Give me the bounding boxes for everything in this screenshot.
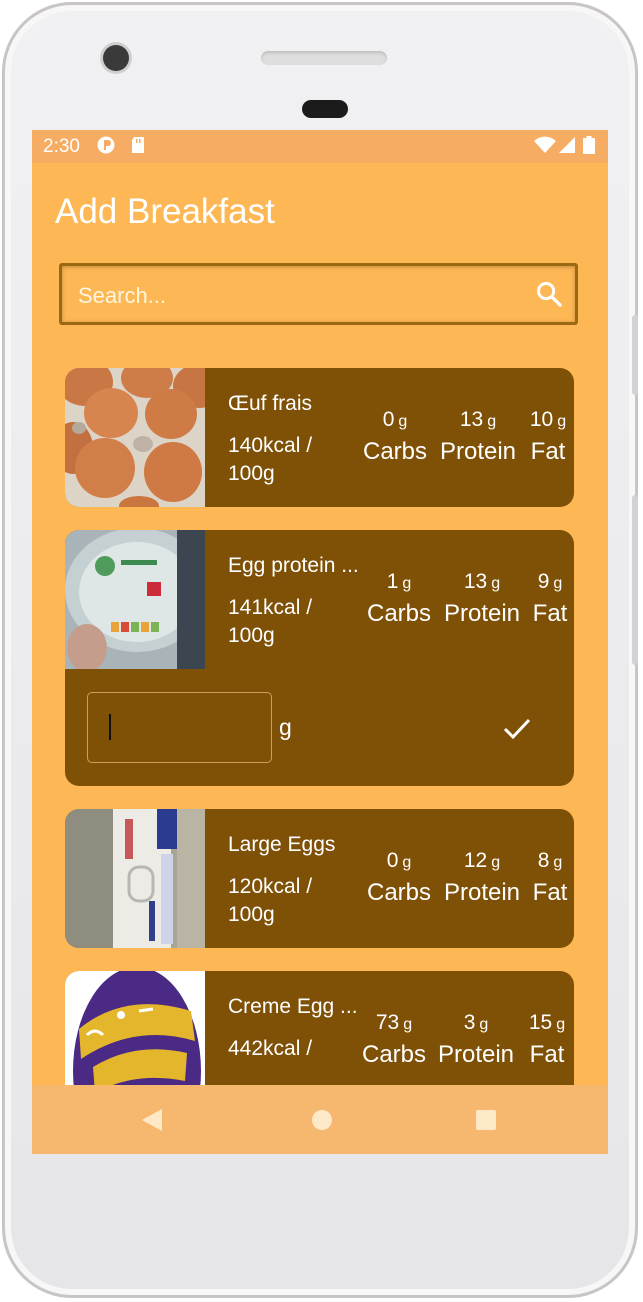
fat-stat: 8g Fat [527,849,573,907]
fat-value: 15 [528,1011,553,1034]
food-item[interactable]: Large Eggs 120kcal / 100g 0g Carbs 12 g P… [65,809,574,948]
carbs-unit: g [403,1016,413,1033]
signal-icon [559,137,575,153]
protein-stat: 12 g Protein [441,849,523,907]
front-camera [103,45,129,71]
back-icon[interactable] [140,1107,164,1133]
food-item[interactable]: Œuf frais 140kcal / 100g 0g Carbs 13 g Pr… [65,368,574,507]
fat-value: 9 [537,570,550,593]
food-thumbnail-eggs [65,368,205,507]
carbs-value: 73 [375,1011,400,1034]
fat-stat: 10 g Fat [525,408,571,466]
fat-stat: 15 g Fat [521,1011,573,1069]
home-icon[interactable] [310,1107,334,1133]
food-item-expanded[interactable]: Egg protein ... 141kcal / 100g 1g Carbs … [65,530,574,786]
fat-label: Fat [529,1041,565,1068]
food-name: Egg protein ... [228,554,359,577]
protein-stat: 13 g Protein [441,570,523,628]
fat-label: Fat [532,879,568,906]
carbs-label: Carbs [366,879,432,906]
fat-unit: g [557,413,567,430]
food-calories: 442kcal / [228,1037,313,1060]
fat-label: Fat [532,600,568,627]
text-cursor [109,714,111,740]
carbs-label: Carbs [362,438,428,465]
protein-value: 13 [459,408,484,431]
search-icon[interactable] [535,280,563,308]
status-bar: 2:30 [32,130,608,163]
food-name: Large Eggs [228,833,336,856]
fat-unit: g [553,854,563,871]
fat-stat: 9g Fat [527,570,573,628]
quantity-input[interactable] [87,692,272,763]
carbs-stat: 73 g Carbs [355,1011,433,1069]
status-time: 2:30 [43,136,80,157]
food-thumbnail-egg-protein-pot [65,530,205,669]
protein-stat: 3g Protein [435,1011,517,1069]
proximity-sensor [302,100,348,118]
sd-card-icon [132,137,144,153]
carbs-label: Carbs [366,600,432,627]
carbs-value: 0 [386,849,399,872]
protein-stat: 13 g Protein [437,408,519,466]
protein-label: Protein [437,1041,515,1068]
food-calories: 140kcal / 100g [228,434,313,485]
food-calories: 120kcal / 100g [228,875,313,926]
notification-icon [97,136,115,154]
protein-value: 3 [463,1011,476,1034]
food-thumbnail-large-eggs [65,809,205,948]
system-nav-bar [32,1085,608,1154]
quantity-unit: g [279,714,292,740]
protein-value: 13 [463,570,488,593]
food-name: Œuf frais [228,392,313,415]
carbs-value: 1 [386,570,399,593]
carbs-stat: 1g Carbs [365,570,433,628]
protein-unit: g [487,413,497,430]
carbs-stat: 0g Carbs [361,408,429,466]
carbs-unit: g [402,575,412,592]
earpiece-speaker [261,51,387,65]
carbs-value: 0 [382,408,395,431]
fat-value: 8 [537,849,550,872]
protein-value: 12 [463,849,488,872]
recents-icon[interactable] [474,1107,498,1133]
food-name: Creme Egg ... [228,995,358,1018]
check-icon[interactable] [502,716,532,740]
protein-unit: g [491,575,501,592]
protein-label: Protein [443,600,521,627]
protein-label: Protein [439,438,517,465]
search-input[interactable] [76,280,520,312]
page-title: Add Breakfast [55,192,275,231]
protein-unit: g [491,854,501,871]
fat-label: Fat [530,438,566,465]
search-bar[interactable] [59,263,578,325]
fat-unit: g [556,1016,566,1033]
wifi-icon [534,136,556,153]
carbs-stat: 0g Carbs [365,849,433,907]
protein-label: Protein [443,879,521,906]
app-screen: 2:30 Add Breakfast Search... Œuf frais 1… [32,130,608,1154]
volume-button [632,315,638,395]
power-button [632,495,638,665]
fat-value: 10 [529,408,554,431]
carbs-unit: g [398,413,408,430]
battery-icon [583,136,595,154]
fat-unit: g [553,575,563,592]
carbs-unit: g [402,854,412,871]
protein-unit: g [479,1016,489,1033]
carbs-label: Carbs [361,1041,427,1068]
food-calories: 141kcal / 100g [228,596,313,647]
